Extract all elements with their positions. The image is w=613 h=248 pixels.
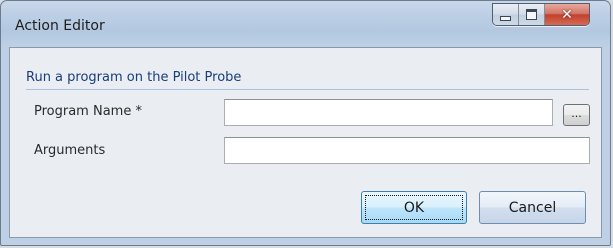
arguments-input[interactable]	[224, 137, 590, 164]
focus-indicator	[365, 195, 463, 220]
arguments-label: Arguments	[34, 143, 106, 158]
close-button[interactable]: ✕	[545, 4, 589, 25]
minimize-icon	[500, 16, 511, 21]
window-title: Action Editor	[15, 18, 105, 34]
close-icon: ✕	[561, 6, 573, 23]
maximize-button[interactable]	[519, 4, 545, 25]
program-name-input[interactable]	[224, 99, 553, 126]
cancel-button-label: Cancel	[508, 199, 557, 216]
program-name-label: Program Name *	[34, 104, 142, 119]
dialog-body: Run a program on the Pilot Probe Program…	[9, 47, 602, 238]
action-editor-window: Action Editor ✕ Run a program on the Pil…	[0, 0, 611, 246]
title-bar[interactable]: Action Editor ✕	[1, 1, 610, 47]
browse-button[interactable]: ...	[563, 104, 590, 126]
section-header: Run a program on the Pilot Probe	[26, 70, 242, 85]
section-divider	[26, 89, 589, 90]
ok-button[interactable]: OK	[361, 191, 467, 224]
maximize-icon	[526, 9, 537, 20]
window-controls: ✕	[492, 3, 590, 26]
cancel-button[interactable]: Cancel	[479, 191, 586, 224]
minimize-button[interactable]	[493, 4, 519, 25]
